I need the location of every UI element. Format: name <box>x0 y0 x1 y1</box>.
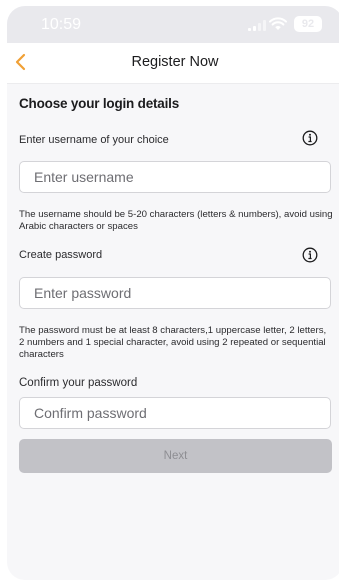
password-label: Create password <box>19 249 103 261</box>
page-title: Register Now <box>131 54 219 70</box>
status-time: 10:59 <box>41 16 82 33</box>
battery-icon: 92 <box>294 16 322 32</box>
password-hint: The password must be at least 8 characte… <box>19 325 327 360</box>
confirm-password-label: Confirm your password <box>19 377 138 389</box>
section-title: Choose your login details <box>19 96 180 111</box>
info-icon[interactable] <box>302 130 318 146</box>
status-bar: 10:59 92 <box>7 6 339 43</box>
username-hint: The username should be 5-20 characters (… <box>19 209 333 232</box>
username-label: Enter username of your choice <box>19 134 169 146</box>
signal-icon <box>248 20 266 31</box>
phone-screen: 10:59 92 Register Now Choose your login … <box>7 6 339 580</box>
username-input[interactable] <box>20 162 330 192</box>
confirm-password-field[interactable] <box>19 397 331 429</box>
wifi-icon <box>269 17 287 30</box>
confirm-password-input[interactable] <box>20 398 330 428</box>
password-input[interactable] <box>20 278 330 308</box>
info-icon[interactable] <box>302 247 318 263</box>
password-field[interactable] <box>19 277 331 309</box>
next-button[interactable]: Next <box>19 439 332 473</box>
navigation-bar: Register Now <box>7 43 339 84</box>
username-field[interactable] <box>19 161 331 193</box>
